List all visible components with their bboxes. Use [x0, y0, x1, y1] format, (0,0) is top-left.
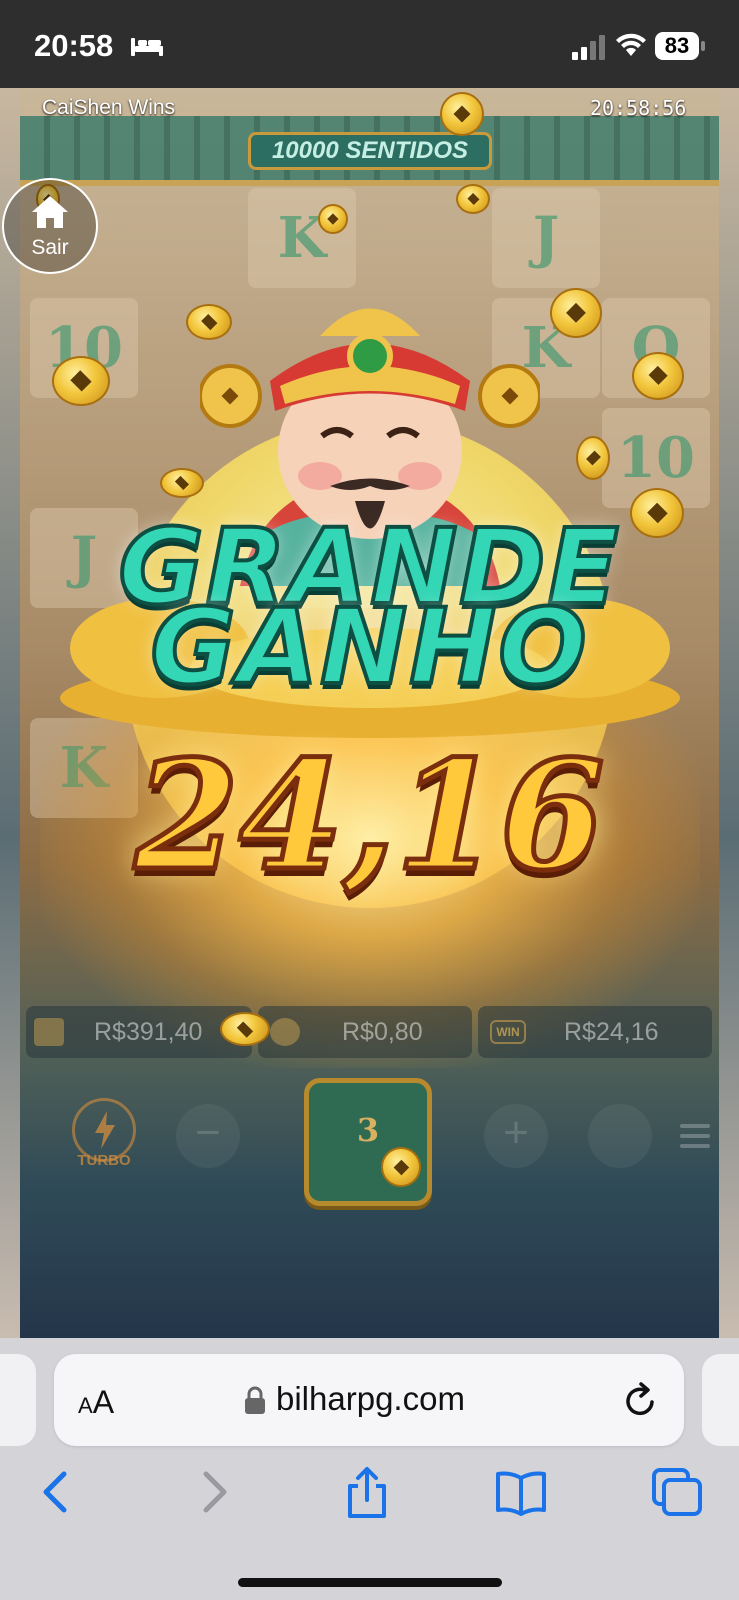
coin-icon [576, 436, 610, 480]
win-cell: WIN R$24,16 [478, 1006, 712, 1058]
game-clock: 20:58:56 [590, 96, 687, 120]
lock-icon [245, 1386, 265, 1414]
coin-icon [160, 468, 204, 498]
bed-icon [131, 38, 163, 56]
coin-icon [186, 304, 232, 340]
win-badge-icon: WIN [490, 1020, 526, 1044]
coin-icon [550, 288, 602, 338]
previous-tab-preview[interactable] [0, 1354, 36, 1446]
win-value: R$24,16 [564, 1018, 659, 1046]
ways-banner: 10000 SENTIDOS [248, 132, 492, 170]
status-bar: 20:58 83 [0, 0, 739, 88]
lightning-icon [95, 1111, 115, 1149]
status-time: 20:58 [34, 28, 114, 63]
decrease-bet-button[interactable]: − [176, 1104, 240, 1168]
coin-icon [52, 356, 110, 406]
control-bar: TURBO − + 3 [20, 1078, 719, 1218]
reel-tile: J [492, 188, 600, 288]
reload-icon[interactable] [624, 1382, 658, 1418]
autoplay-button[interactable] [588, 1104, 652, 1168]
coin-icon [220, 1012, 270, 1046]
balance-cell: R$391,40 [26, 1006, 252, 1058]
text-size-button[interactable]: AA [78, 1384, 114, 1421]
screen: 20:58 83 10000 SENTIDOS CaiShen Wins 20:… [0, 0, 739, 1600]
signal-icon [572, 35, 605, 60]
tabs-icon[interactable] [650, 1466, 704, 1518]
wallet-icon [34, 1018, 64, 1046]
reel-tile: K [248, 188, 356, 288]
free-spin-count: 3 [356, 1111, 380, 1149]
bet-value: R$0,80 [342, 1018, 423, 1046]
side-panel-left [0, 88, 20, 1338]
coin-icon [456, 184, 490, 214]
coins-icon [270, 1018, 300, 1046]
bookmarks-icon[interactable] [494, 1466, 548, 1518]
exit-button[interactable]: Sair [2, 178, 98, 274]
battery-level: 83 [664, 33, 690, 58]
share-icon[interactable] [340, 1466, 394, 1518]
battery-icon: 83 [655, 32, 705, 60]
win-amount: 24,16 [132, 726, 607, 907]
game-viewport[interactable]: 10000 SENTIDOS CaiShen Wins 20:58:56 K J… [0, 88, 739, 1338]
bet-cell: R$0,80 [258, 1006, 472, 1058]
game-title: CaiShen Wins [42, 96, 176, 119]
wifi-icon [616, 33, 646, 56]
big-win-subtitle: GANHO [148, 584, 589, 710]
spin-button[interactable]: 3 [304, 1078, 432, 1206]
coin-icon [381, 1147, 421, 1187]
side-panel-right [719, 88, 739, 1338]
coin-icon [440, 92, 484, 136]
home-indicator [238, 1578, 502, 1587]
back-icon[interactable] [30, 1466, 84, 1518]
coin-icon [632, 352, 684, 400]
turbo-label: TURBO [77, 1152, 131, 1169]
menu-icon[interactable] [680, 1124, 710, 1148]
address-bar[interactable]: AA bilharpg.com [54, 1354, 684, 1446]
next-tab-preview[interactable] [702, 1354, 739, 1446]
increase-bet-button[interactable]: + [484, 1104, 548, 1168]
browser-toolbar: AA bilharpg.com [0, 1338, 739, 1600]
url-text: bilharpg.com [276, 1380, 465, 1417]
balance-value: R$391,40 [94, 1018, 203, 1046]
info-bar: R$391,40 R$0,80 WIN R$24,16 [26, 1006, 712, 1058]
coin-icon [318, 204, 348, 234]
forward-icon[interactable] [186, 1466, 240, 1518]
home-icon [32, 196, 68, 228]
exit-label: Sair [31, 236, 69, 259]
